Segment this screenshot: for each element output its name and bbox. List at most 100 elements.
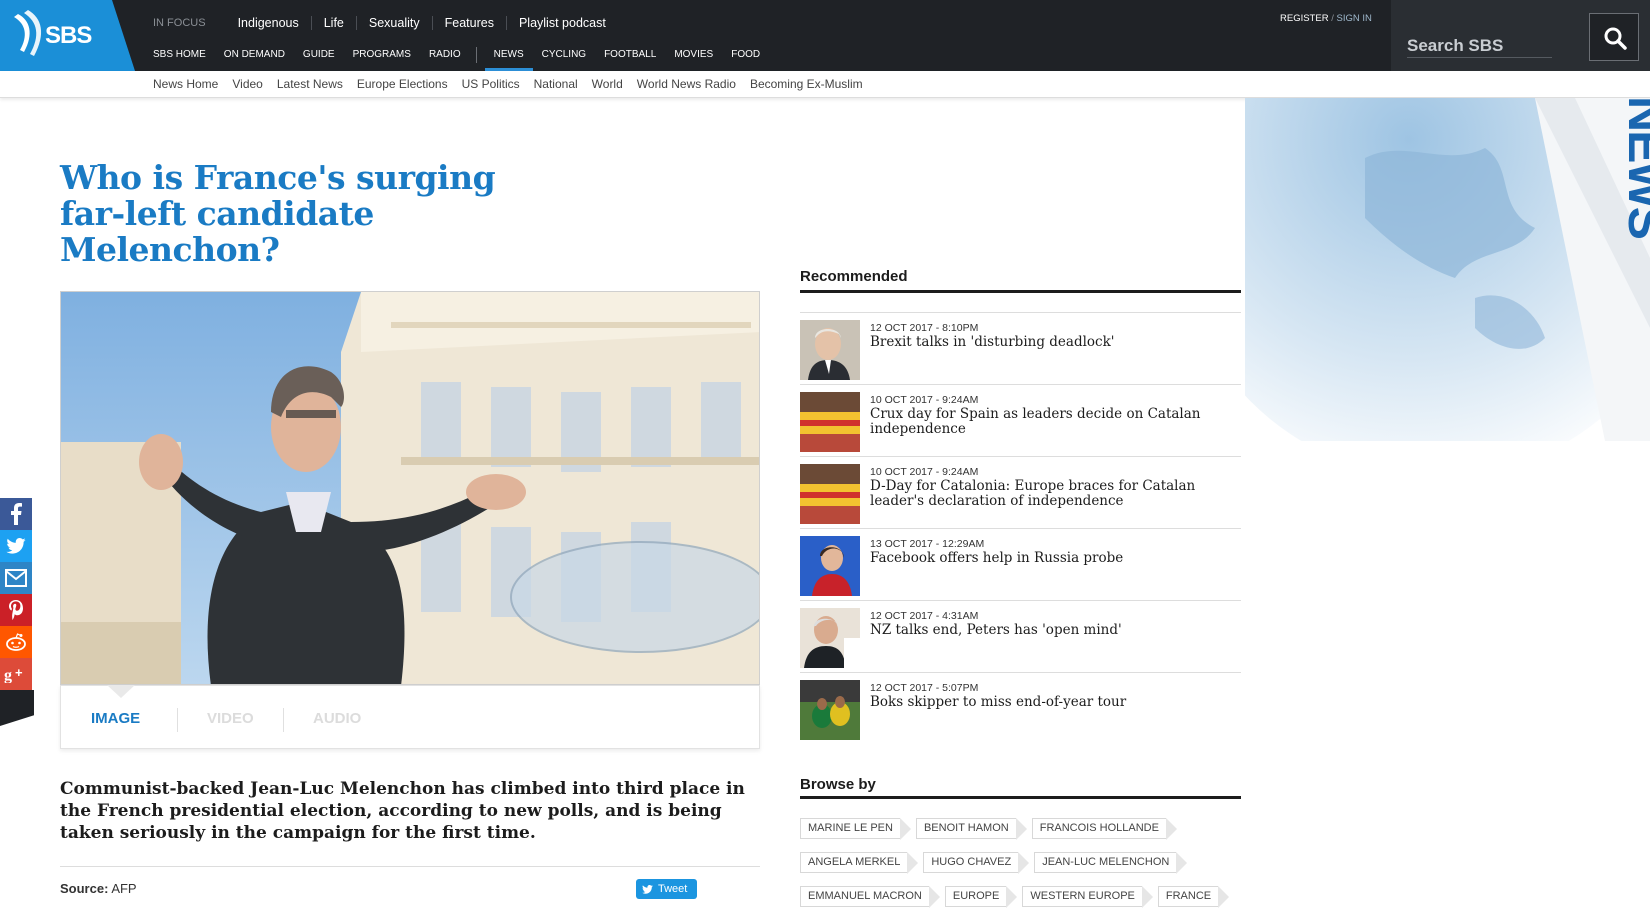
share-facebook-button[interactable] bbox=[0, 498, 32, 530]
recommended-thumbnail[interactable] bbox=[800, 536, 860, 596]
tab-image[interactable]: IMAGE bbox=[91, 710, 140, 727]
subnav-video[interactable]: Video bbox=[232, 77, 262, 91]
subnav-europe-elections[interactable]: Europe Elections bbox=[357, 77, 448, 91]
share-pinterest-button[interactable] bbox=[0, 594, 32, 626]
subnav-latest-news[interactable]: Latest News bbox=[277, 77, 343, 91]
auth-links: REGISTER / SIGN IN bbox=[1280, 13, 1372, 24]
tag-link[interactable]: EMMANUEL MACRON bbox=[800, 886, 940, 908]
active-tab-indicator bbox=[107, 685, 135, 698]
recommended-item[interactable]: 10 OCT 2017 - 9:24AM Crux day for Spain … bbox=[800, 384, 1241, 456]
recommended-headline[interactable]: D-Day for Catalonia: Europe braces for C… bbox=[870, 479, 1230, 508]
main-nav-programs[interactable]: PROGRAMS bbox=[344, 43, 420, 71]
recommended-item[interactable]: 10 OCT 2017 - 9:24AM D-Day for Catalonia… bbox=[800, 456, 1241, 528]
tag-link[interactable]: EUROPE bbox=[944, 886, 1018, 908]
recommended-item[interactable]: 13 OCT 2017 - 12:29AM Facebook offers he… bbox=[800, 528, 1241, 600]
subnav-becoming-ex-muslim[interactable]: Becoming Ex-Muslim bbox=[750, 77, 863, 91]
recommended-date: 12 OCT 2017 - 5:07PM bbox=[870, 682, 979, 694]
svg-text:+: + bbox=[15, 665, 23, 680]
email-icon bbox=[5, 569, 27, 587]
share-email-button[interactable] bbox=[0, 562, 32, 594]
recommended-thumbnail[interactable] bbox=[800, 392, 860, 452]
recommended-date: 10 OCT 2017 - 9:24AM bbox=[870, 394, 979, 406]
recommended-date: 10 OCT 2017 - 9:24AM bbox=[870, 466, 979, 478]
search-area bbox=[1391, 0, 1650, 71]
source-value: AFP bbox=[111, 881, 137, 896]
recommended-item[interactable]: 12 OCT 2017 - 5:07PM Boks skipper to mis… bbox=[800, 672, 1241, 744]
in-focus-label: IN FOCUS bbox=[153, 17, 206, 29]
recommended-thumbnail[interactable] bbox=[800, 320, 860, 380]
recommended-list: 12 OCT 2017 - 8:10PM Brexit talks in 'di… bbox=[800, 312, 1241, 744]
top-nav-item-indigenous[interactable]: Indigenous bbox=[226, 16, 312, 30]
recommended-thumbnail[interactable] bbox=[800, 608, 860, 668]
recommended-date: 12 OCT 2017 - 4:31AM bbox=[870, 610, 979, 622]
recommended-headline[interactable]: Brexit talks in 'disturbing deadlock' bbox=[870, 335, 1230, 350]
tag-link[interactable]: BENOIT HAMON bbox=[915, 818, 1027, 840]
twitter-icon bbox=[642, 884, 653, 894]
main-nav-cycling[interactable]: CYCLING bbox=[533, 43, 595, 71]
reddit-icon bbox=[6, 633, 26, 651]
main-nav-football[interactable]: FOOTBALL bbox=[595, 43, 665, 71]
share-reddit-button[interactable] bbox=[0, 626, 32, 658]
subnav-us-politics[interactable]: US Politics bbox=[462, 77, 520, 91]
facebook-icon bbox=[11, 503, 22, 525]
main-nav-food[interactable]: FOOD bbox=[722, 43, 769, 71]
recommended-title: Recommended bbox=[800, 268, 908, 285]
logo-text: SBS bbox=[45, 22, 92, 49]
main-nav-radio[interactable]: RADIO bbox=[420, 43, 470, 71]
recommended-item[interactable]: 12 OCT 2017 - 4:31AM NZ talks end, Peter… bbox=[800, 600, 1241, 672]
recommended-item[interactable]: 12 OCT 2017 - 8:10PM Brexit talks in 'di… bbox=[800, 312, 1241, 384]
search-button[interactable] bbox=[1589, 13, 1639, 61]
tag-link[interactable]: FRANCE bbox=[1157, 886, 1230, 908]
article-lede: Communist-backed Jean-Luc Melenchon has … bbox=[60, 779, 745, 843]
sbs-logo[interactable]: SBS bbox=[0, 0, 135, 71]
recommended-headline[interactable]: Facebook offers help in Russia probe bbox=[870, 551, 1230, 566]
recommended-headline[interactable]: Crux day for Spain as leaders decide on … bbox=[870, 407, 1230, 436]
subnav-national[interactable]: National bbox=[534, 77, 578, 91]
register-link[interactable]: REGISTER bbox=[1280, 13, 1329, 24]
article-hero-image[interactable] bbox=[60, 291, 760, 685]
tag-link[interactable]: JEAN-LUC MELENCHON bbox=[1034, 852, 1188, 874]
tag-link[interactable]: HUGO CHAVEZ bbox=[923, 852, 1030, 874]
share-bar-tail bbox=[0, 690, 34, 726]
browse-by-title: Browse by bbox=[800, 776, 876, 793]
subnav-world[interactable]: World bbox=[592, 77, 623, 91]
recommended-headline[interactable]: NZ talks end, Peters has 'open mind' bbox=[870, 623, 1230, 638]
media-tabs: IMAGE VIDEO AUDIO bbox=[60, 685, 760, 749]
recommended-thumbnail[interactable] bbox=[800, 680, 860, 740]
tweet-label: Tweet bbox=[658, 883, 688, 895]
recommended-date: 13 OCT 2017 - 12:29AM bbox=[870, 538, 985, 550]
tab-video[interactable]: VIDEO bbox=[207, 710, 254, 727]
main-nav-on-demand[interactable]: ON DEMAND bbox=[215, 43, 294, 71]
main-nav-sbs-home[interactable]: SBS HOME bbox=[153, 43, 215, 71]
subnav-news-home[interactable]: News Home bbox=[153, 77, 218, 91]
recommended-thumbnail[interactable] bbox=[800, 464, 860, 524]
top-nav-item-playlist-podcast[interactable]: Playlist podcast bbox=[507, 16, 618, 30]
main-nav-news[interactable]: NEWS bbox=[484, 43, 533, 71]
share-twitter-button[interactable] bbox=[0, 530, 32, 562]
subnav-world-news-radio[interactable]: World News Radio bbox=[637, 77, 736, 91]
tag-link[interactable]: WESTERN EUROPE bbox=[1022, 886, 1153, 908]
tag-link[interactable]: ANGELA MERKEL bbox=[800, 852, 919, 874]
tag-link[interactable]: FRANCOIS HOLLANDE bbox=[1031, 818, 1178, 840]
top-nav: IN FOCUS Indigenous Life Sexuality Featu… bbox=[153, 13, 618, 33]
svg-text:g: g bbox=[4, 667, 12, 683]
top-nav-item-life[interactable]: Life bbox=[312, 16, 357, 30]
top-nav-item-sexuality[interactable]: Sexuality bbox=[357, 16, 433, 30]
recommended-headline[interactable]: Boks skipper to miss end-of-year tour bbox=[870, 695, 1230, 710]
source-label: Source: bbox=[60, 881, 109, 896]
main-nav-movies[interactable]: MOVIES bbox=[665, 43, 722, 71]
site-header: SBS IN FOCUS Indigenous Life Sexuality F… bbox=[0, 0, 1650, 71]
main-nav-guide[interactable]: GUIDE bbox=[294, 43, 344, 71]
share-googleplus-button[interactable]: g + bbox=[0, 658, 32, 690]
tag-link[interactable]: MARINE LE PEN bbox=[800, 818, 911, 840]
sign-in-link[interactable]: SIGN IN bbox=[1336, 13, 1371, 24]
tab-divider bbox=[283, 708, 284, 732]
news-globe-decoration: NEWS bbox=[1245, 98, 1650, 441]
recommended-date: 12 OCT 2017 - 8:10PM bbox=[870, 322, 979, 334]
browse-tags: MARINE LE PEN BENOIT HAMON FRANCOIS HOLL… bbox=[800, 818, 1250, 920]
tweet-button[interactable]: Tweet bbox=[636, 879, 697, 899]
top-nav-item-features[interactable]: Features bbox=[433, 16, 507, 30]
tab-audio[interactable]: AUDIO bbox=[313, 710, 361, 727]
news-subnav: News Home Video Latest News Europe Elect… bbox=[0, 71, 1650, 98]
search-input[interactable] bbox=[1407, 34, 1552, 58]
